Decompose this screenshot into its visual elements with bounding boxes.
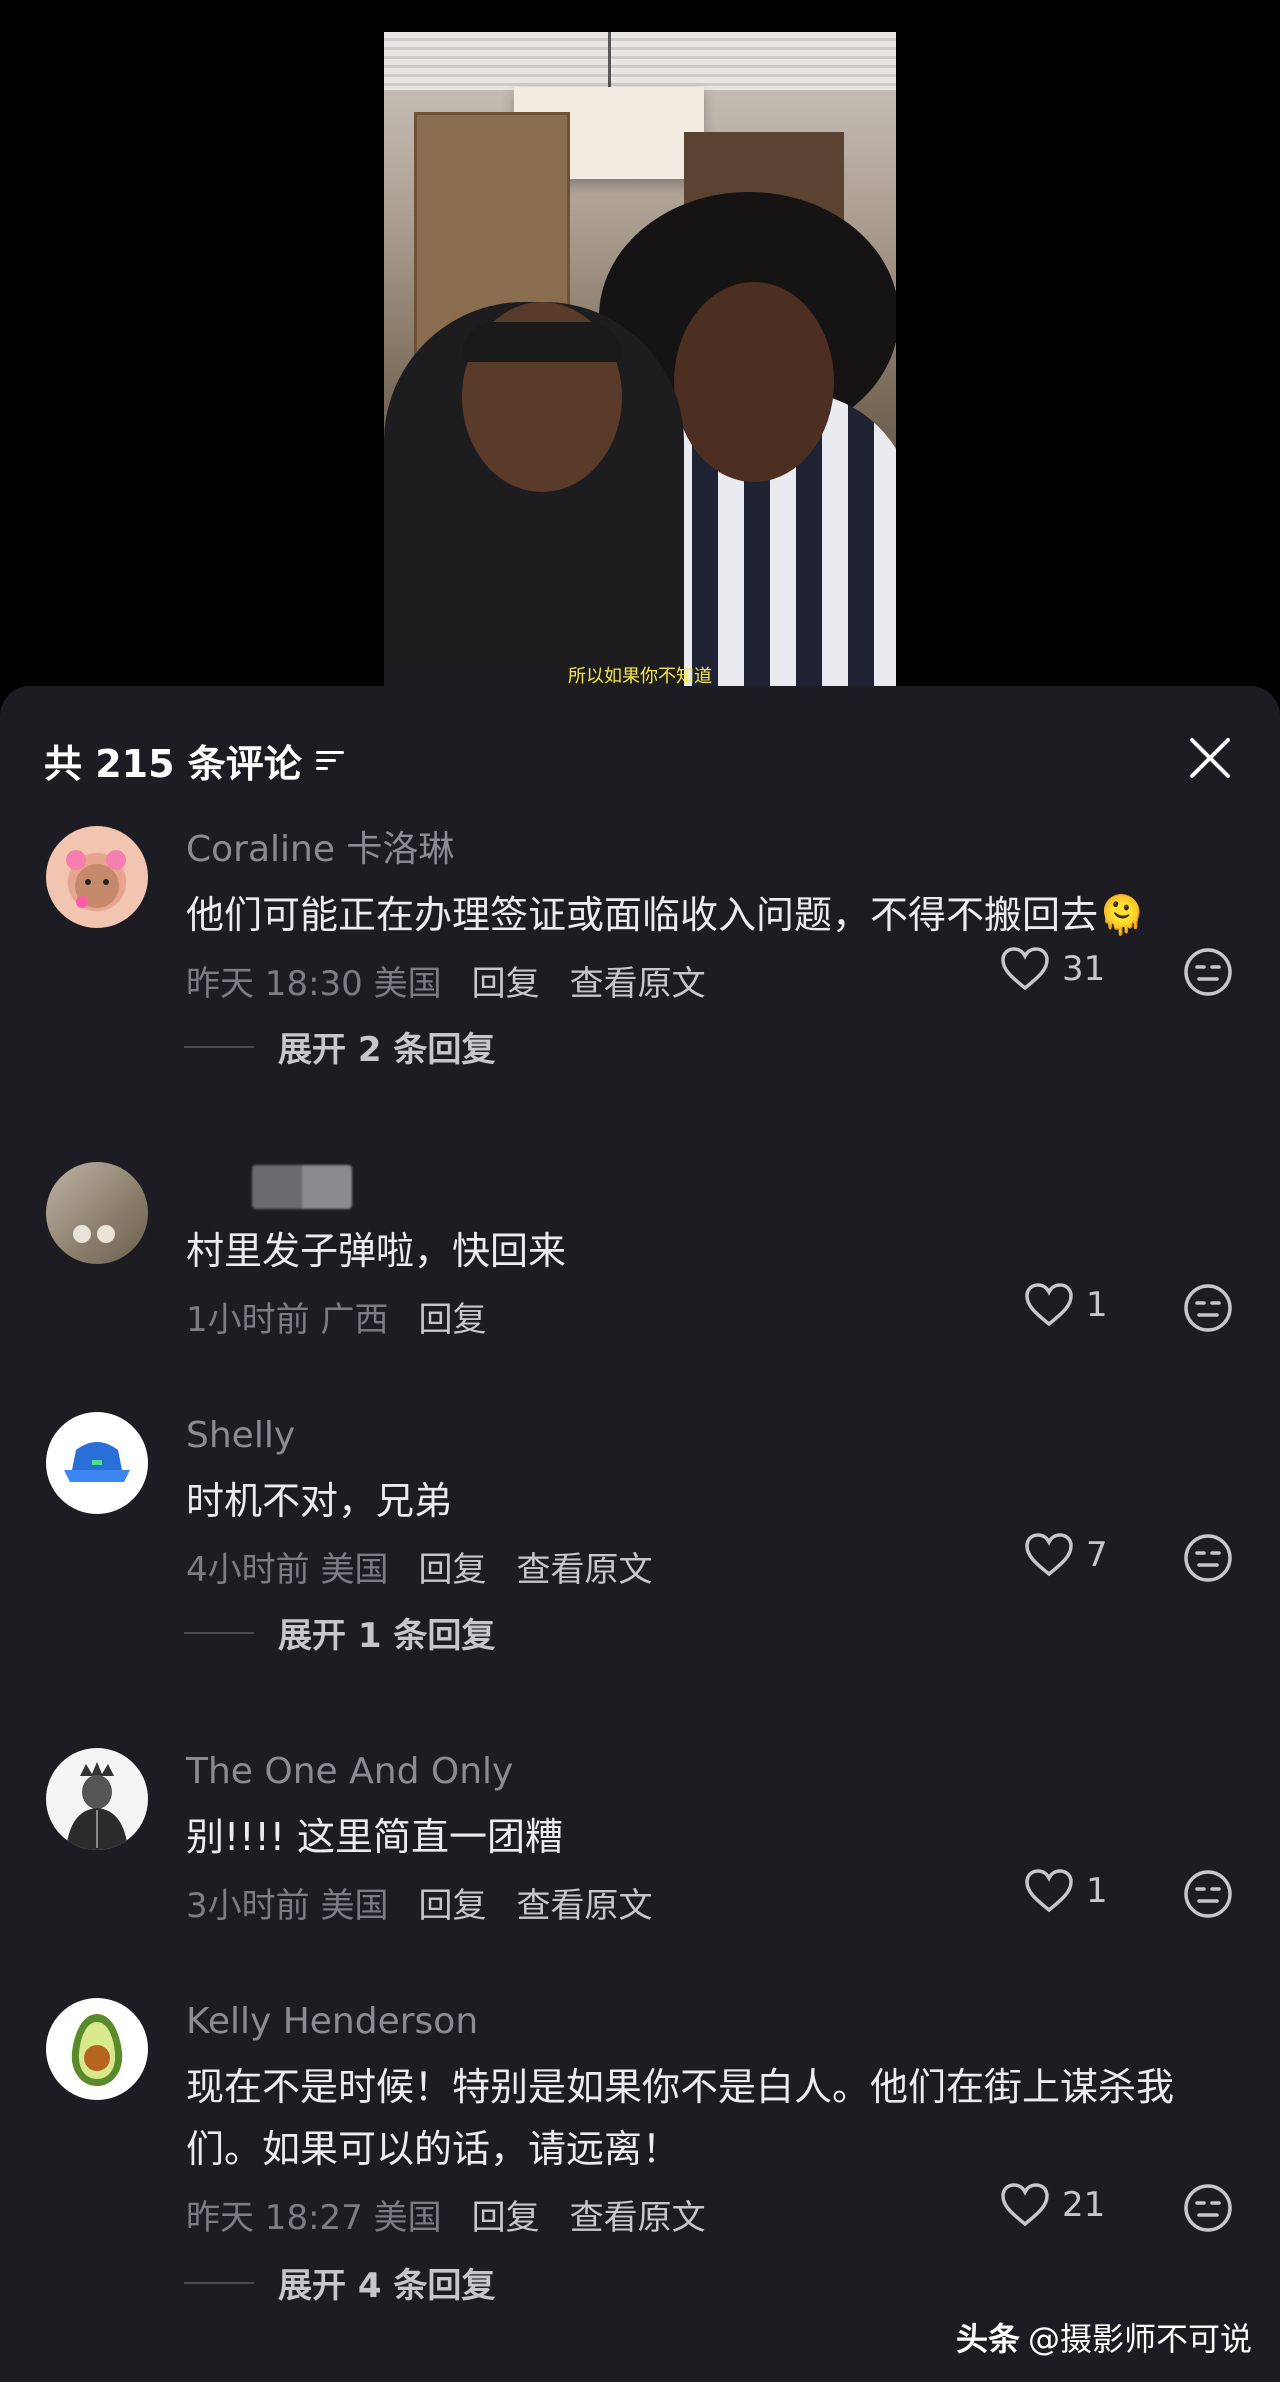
avatar[interactable] <box>46 1162 148 1264</box>
like-count: 1 <box>1086 1285 1108 1325</box>
like-button[interactable]: 1 <box>1024 1868 1108 1914</box>
like-count: 7 <box>1086 1535 1108 1575</box>
neutral-face-icon <box>1184 1284 1232 1332</box>
like-button[interactable]: 31 <box>1000 946 1105 992</box>
like-button[interactable]: 21 <box>1000 2182 1105 2228</box>
heart-icon <box>1025 1869 1073 1913</box>
comment-text: 他们可能正在办理签证或面临收入问题，不得不搬回去🫠 <box>186 893 1146 937</box>
heart-icon <box>1025 1533 1073 1577</box>
watermark: 头条 @摄影师不可说 <box>956 2314 1252 2360</box>
like-count: 1 <box>1086 1871 1108 1911</box>
reaction-button[interactable] <box>1182 1868 1234 1920</box>
reaction-button[interactable] <box>1182 946 1234 998</box>
comment-author[interactable]: Coraline 卡洛琳 <box>186 826 1226 874</box>
comment-author[interactable] <box>186 1162 1226 1210</box>
reply-button[interactable]: 回复 <box>418 1878 486 1927</box>
view-original-button[interactable]: 查看原文 <box>516 1878 652 1927</box>
view-original-button[interactable]: 查看原文 <box>570 2190 706 2239</box>
comment-time: 昨天 18:30 美国 <box>186 963 442 1004</box>
video-person-right-head <box>674 282 834 482</box>
expand-replies-button[interactable]: 展开 4 条回复 <box>186 2258 495 2307</box>
comments-count-title: 共 215 条评论 <box>44 741 302 786</box>
comment-author[interactable]: The One And Only <box>186 1748 1226 1796</box>
comments-panel: 共 215 条评论 Coraline 卡洛琳 他们可能正在办理签证或面临收入问题… <box>0 686 1280 2382</box>
comment-author[interactable]: Shelly <box>186 1412 1226 1460</box>
neutral-face-icon <box>1184 1870 1232 1918</box>
like-button[interactable]: 7 <box>1024 1532 1108 1578</box>
neutral-face-icon <box>1184 2184 1232 2232</box>
heart-icon <box>1025 1283 1073 1327</box>
comment-time: 4小时前 美国 <box>186 1549 389 1590</box>
video-ceiling <box>384 32 896 90</box>
watermark-brand: 头条 <box>955 2320 1020 2358</box>
comments-header: 共 215 条评论 <box>44 730 346 790</box>
comment-time: 1小时前 广西 <box>186 1299 389 1340</box>
close-icon <box>1190 738 1230 778</box>
comment-time: 3小时前 美国 <box>186 1885 389 1926</box>
heart-icon <box>1001 947 1049 991</box>
like-count: 31 <box>1062 949 1106 989</box>
expand-replies-button[interactable]: 展开 2 条回复 <box>186 1022 495 1071</box>
comment-text: 村里发子弹啦，快回来 <box>186 1229 567 1273</box>
video-player[interactable]: 所以如果你不知道 <box>384 32 896 692</box>
reaction-button[interactable] <box>1182 1532 1234 1584</box>
video-lamp-cord <box>608 32 611 90</box>
reply-button[interactable]: 回复 <box>472 2190 540 2239</box>
app-root: 所以如果你不知道 共 215 条评论 Coraline 卡洛琳 他们可能正在办理… <box>0 0 1280 2382</box>
comment-time: 昨天 18:27 美国 <box>186 2197 442 2238</box>
reply-button[interactable]: 回复 <box>418 1542 486 1591</box>
avatar[interactable] <box>46 1998 148 2100</box>
blurred-author-name <box>252 1165 352 1209</box>
watermark-handle: @摄影师不可说 <box>1027 2320 1252 2358</box>
reply-button[interactable]: 回复 <box>418 1292 486 1341</box>
like-count: 21 <box>1062 2185 1106 2225</box>
comment-text: 现在不是时候！特别是如果你不是白人。他们在街上谋杀我们。如果可以的话，请远离！ <box>186 2065 1175 2171</box>
expand-replies-button[interactable]: 展开 1 条回复 <box>186 1608 495 1657</box>
avatar[interactable] <box>46 1748 148 1850</box>
avatar[interactable] <box>46 826 148 928</box>
comment-text: 别!!!! 这里简直一团糟 <box>186 1815 564 1859</box>
heart-icon <box>1001 2183 1049 2227</box>
reaction-button[interactable] <box>1182 2182 1234 2234</box>
neutral-face-icon <box>1184 948 1232 996</box>
comment-text: 时机不对，兄弟 <box>186 1479 453 1523</box>
reply-button[interactable]: 回复 <box>472 956 540 1005</box>
reaction-button[interactable] <box>1182 1282 1234 1334</box>
view-original-button[interactable]: 查看原文 <box>516 1542 652 1591</box>
close-button[interactable] <box>1184 732 1236 784</box>
sort-icon[interactable] <box>315 747 346 773</box>
neutral-face-icon <box>1184 1534 1232 1582</box>
comment-author[interactable]: Kelly Henderson <box>186 1998 1226 2046</box>
like-button[interactable]: 1 <box>1024 1282 1108 1328</box>
video-person-left-headband <box>462 322 622 362</box>
view-original-button[interactable]: 查看原文 <box>570 956 706 1005</box>
avatar[interactable] <box>46 1412 148 1514</box>
